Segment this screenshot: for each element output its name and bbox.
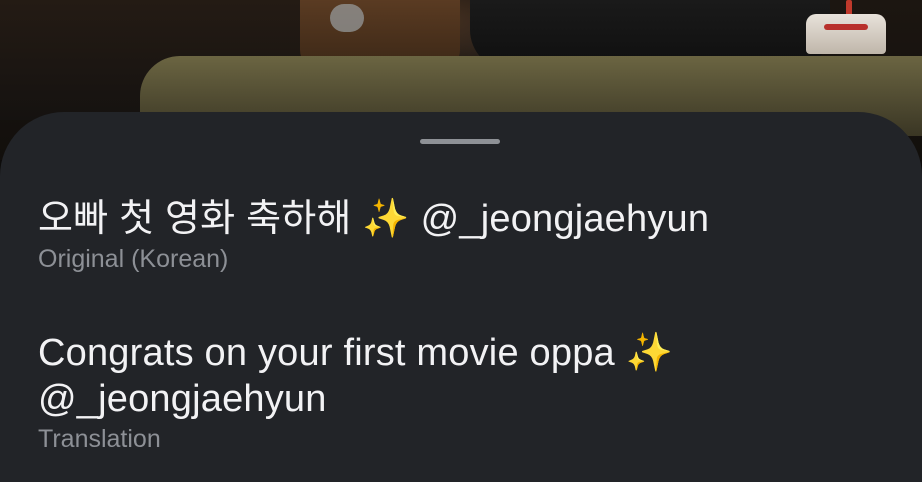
- original-caption-text: 오빠 첫 영화 축하해: [38, 198, 352, 240]
- sparkles-icon: ✨: [362, 198, 410, 240]
- original-caption-block: 오빠 첫 영화 축하해 ✨ @_jeongjaehyun Original (K…: [38, 196, 892, 274]
- translation-caption-text: Congrats on your first movie oppa: [38, 332, 615, 374]
- original-language-label: Original (Korean): [38, 245, 229, 273]
- translation-mention-link[interactable]: @_jeongjaehyun: [38, 376, 892, 422]
- background-cupholder: [330, 4, 364, 32]
- translation-caption: Congrats on your first movie oppa ✨ @_jeo…: [38, 330, 892, 422]
- sparkles-icon: ✨: [625, 332, 674, 374]
- original-caption: 오빠 첫 영화 축하해 ✨ @_jeongjaehyun: [38, 196, 892, 242]
- bottom-sheet: 오빠 첫 영화 축하해 ✨ @_jeongjaehyun Original (K…: [0, 112, 922, 482]
- sheet-grabber-handle[interactable]: [420, 139, 500, 144]
- translation-label: Translation: [38, 425, 161, 453]
- background-cup: [806, 14, 886, 54]
- translation-sheet-screen: 오빠 첫 영화 축하해 ✨ @_jeongjaehyun Original (K…: [0, 0, 922, 482]
- original-mention-link[interactable]: @_jeongjaehyun: [421, 198, 710, 240]
- translation-caption-block: Congrats on your first movie oppa ✨ @_jeo…: [38, 330, 892, 454]
